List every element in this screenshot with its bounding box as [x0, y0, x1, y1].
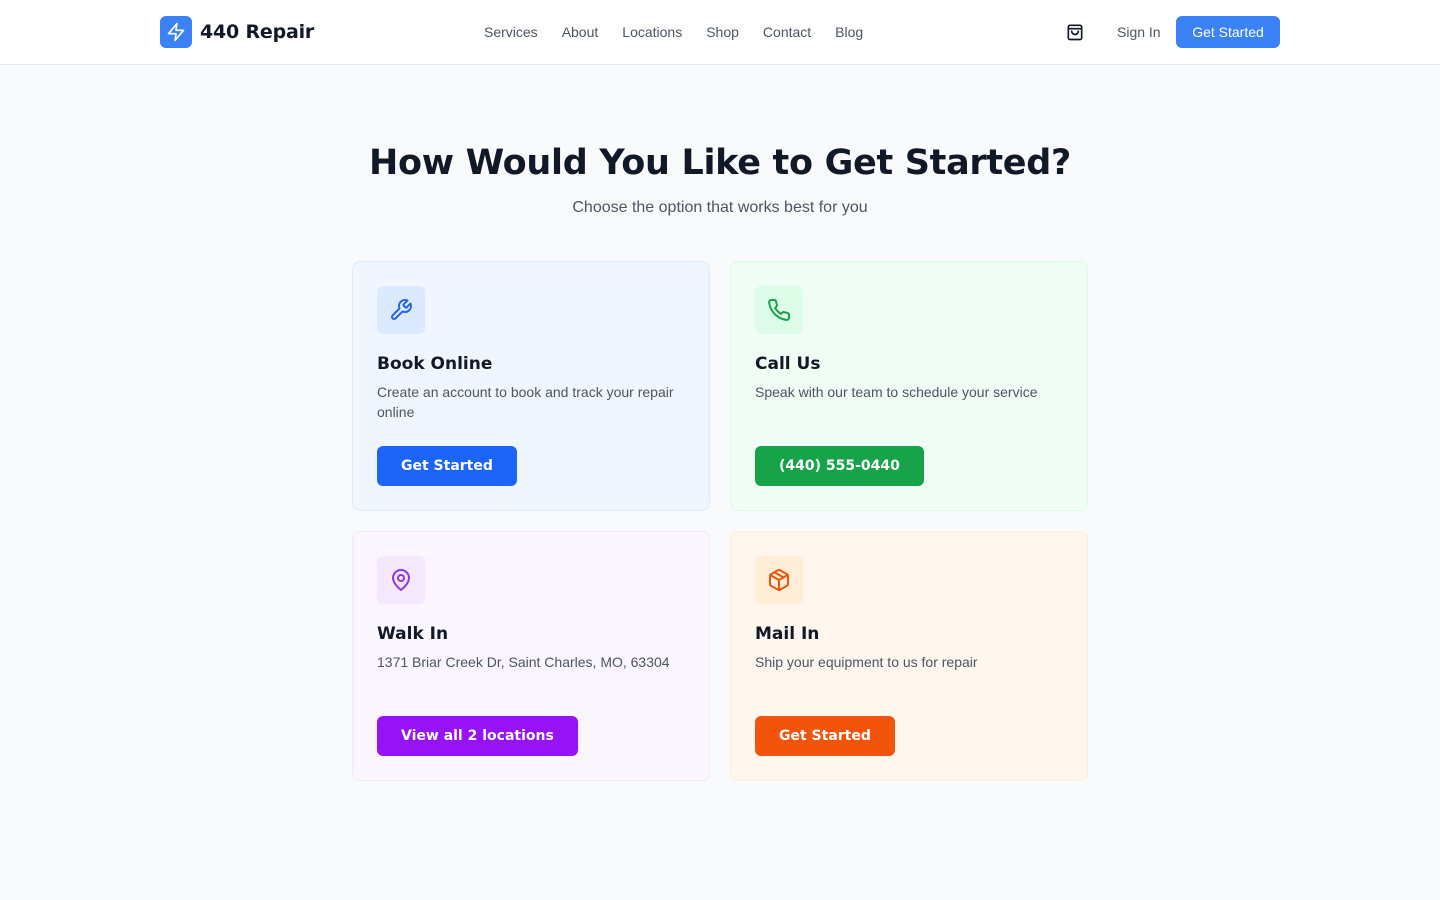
card-title: Book Online	[377, 354, 493, 374]
walk-in-card: Walk In 1371 Briar Creek Dr, Saint Charl…	[352, 531, 710, 781]
card-title: Call Us	[755, 354, 821, 374]
lightning-bolt-icon	[160, 16, 192, 48]
nav-link-shop[interactable]: Shop	[706, 22, 739, 42]
phone-icon	[755, 286, 803, 334]
package-icon	[755, 556, 803, 604]
call-phone-button[interactable]: (440) 555-0440	[755, 446, 924, 486]
mail-in-get-started-button[interactable]: Get Started	[755, 716, 895, 756]
sign-in-link[interactable]: Sign In	[1117, 22, 1161, 42]
nav-link-blog[interactable]: Blog	[835, 22, 863, 42]
wrench-icon	[377, 286, 425, 334]
get-started-button[interactable]: Get Started	[1176, 16, 1280, 48]
page-subtitle: Choose the option that works best for yo…	[572, 199, 868, 216]
card-description: 1371 Briar Creek Dr, Saint Charles, MO, …	[377, 654, 670, 670]
nav-link-about[interactable]: About	[562, 22, 599, 42]
site-header: 440 Repair Services About Locations Shop…	[0, 0, 1440, 65]
card-description: Create an account to book and track your…	[377, 384, 674, 420]
card-title: Mail In	[755, 624, 820, 644]
nav-link-contact[interactable]: Contact	[763, 22, 811, 42]
book-online-get-started-button[interactable]: Get Started	[377, 446, 517, 486]
card-title: Walk In	[377, 624, 449, 644]
main-nav: Services About Locations Shop Contact Bl…	[484, 22, 863, 42]
page-title: How Would You Like to Get Started?	[368, 143, 1072, 183]
card-description: Ship your equipment to us for repair	[755, 654, 978, 670]
shopping-bag-icon[interactable]	[1063, 20, 1087, 44]
brand-link[interactable]: 440 Repair	[160, 16, 314, 48]
map-pin-icon	[377, 556, 425, 604]
nav-link-locations[interactable]: Locations	[622, 22, 682, 42]
book-online-card: Book Online Create an account to book an…	[352, 261, 710, 511]
nav-link-services[interactable]: Services	[484, 22, 538, 42]
brand-name: 440 Repair	[200, 21, 315, 43]
card-description: Speak with our team to schedule your ser…	[755, 384, 1038, 400]
mail-in-card: Mail In Ship your equipment to us for re…	[730, 531, 1088, 781]
view-locations-button[interactable]: View all 2 locations	[377, 716, 578, 756]
call-us-card: Call Us Speak with our team to schedule …	[730, 261, 1088, 511]
